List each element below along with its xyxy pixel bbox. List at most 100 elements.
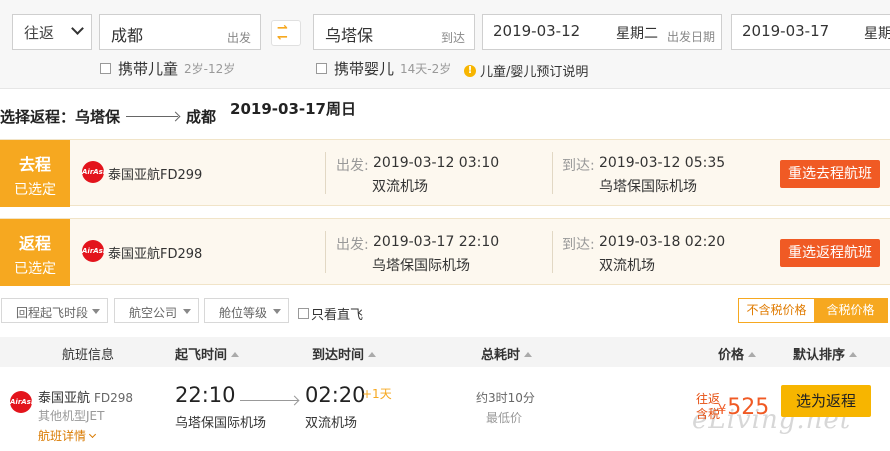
- departure-date-tag: 出发日期: [667, 30, 716, 44]
- divider: [552, 152, 553, 194]
- departure-time: 2019-03-17 22:10: [373, 234, 500, 250]
- flight-detail-link[interactable]: 航班详情: [38, 427, 97, 444]
- select-return-button[interactable]: 选为返程: [781, 385, 871, 417]
- divider: [325, 231, 326, 273]
- sort-by-arrival-label: 到达时间: [312, 348, 365, 363]
- tax-included-option[interactable]: 含税价格: [813, 299, 887, 322]
- to-city-input[interactable]: 乌塔保 到达: [313, 14, 475, 50]
- airline-filter[interactable]: 航空公司: [114, 298, 199, 323]
- with-child-option[interactable]: 携带儿童 2岁-12岁: [100, 58, 235, 79]
- sort-by-price[interactable]: 价格: [718, 344, 757, 363]
- leg-badge-status: 已选定: [14, 182, 56, 198]
- leg-badge: 去程 已选定: [0, 140, 70, 207]
- chevron-down-icon: [88, 430, 97, 439]
- sort-by-departure[interactable]: 起飞时间: [175, 344, 240, 363]
- flight-list-header: 航班信息 起飞时间 到达时间 总耗时 价格 默认排序: [0, 337, 890, 367]
- sort-arrow-icon: [748, 352, 757, 357]
- cabin-filter[interactable]: 舱位等级: [204, 298, 289, 323]
- depart-period-filter[interactable]: 回程起飞时段: [1, 298, 108, 323]
- departure-label: 出发:: [336, 237, 369, 253]
- flight-departure-time: 22:10: [175, 383, 236, 407]
- departure-time: 2019-03-12 03:10: [373, 155, 500, 171]
- route-heading: 选择返程：乌塔保 成都 2019-03-17周日: [0, 100, 356, 128]
- default-sort[interactable]: 默认排序: [793, 344, 858, 363]
- leg-airline: 泰国亚航FD299: [108, 168, 203, 183]
- leg-airline: 泰国亚航FD298: [108, 247, 203, 262]
- from-city-tag: 出发: [226, 31, 251, 45]
- header-flight-info: 航班信息: [62, 348, 115, 363]
- departure-airport: 乌塔保国际机场: [372, 258, 470, 274]
- departure-airport: 双流机场: [372, 179, 428, 195]
- trip-type-select[interactable]: 往返: [12, 14, 92, 50]
- swap-arrow-left-icon: ↽: [277, 30, 288, 45]
- selected-outbound-leg: 去程 已选定 AirAsia 泰国亚航FD299 出发: 2019-03-12 …: [0, 139, 890, 207]
- tax-toggle: 不含税价格 含税价格: [738, 298, 888, 323]
- search-panel: 往返 成都 出发 ⇀ ↽ 乌塔保 到达 2019-03-12 星期二 出发日期 …: [0, 0, 890, 89]
- lowest-price-tag: 最低价: [486, 411, 523, 425]
- airline-filter-label: 航空公司: [129, 306, 178, 320]
- route-origin: 选择返程：乌塔保: [0, 107, 121, 126]
- return-date-input[interactable]: 2019-03-17 星期: [731, 14, 890, 50]
- nonstop-label: 只看直飞: [311, 308, 364, 323]
- leg-badge-title: 返程: [18, 234, 51, 253]
- to-city-tag: 到达: [440, 31, 465, 45]
- sort-by-duration-label: 总耗时: [481, 348, 521, 363]
- tax-excluded-option[interactable]: 不含税价格: [739, 299, 814, 322]
- arrival-label: 到达:: [562, 237, 595, 253]
- flight-arrival-time: 02:20: [305, 383, 366, 407]
- sort-by-departure-label: 起飞时间: [175, 348, 228, 363]
- with-child-label: 携带儿童: [118, 60, 179, 78]
- chevron-down-icon: [71, 22, 84, 35]
- sort-arrow-icon: [231, 352, 240, 357]
- flight-number: FD298: [94, 391, 134, 405]
- default-sort-label: 默认排序: [793, 348, 846, 363]
- depart-period-label: 回程起飞时段: [16, 306, 89, 320]
- sort-by-arrival[interactable]: 到达时间: [312, 344, 377, 363]
- sort-by-price-label: 价格: [718, 348, 745, 363]
- swap-cities-button[interactable]: ⇀ ↽: [271, 20, 301, 46]
- sort-arrow-icon: [849, 352, 858, 357]
- with-infant-label: 携带婴儿: [334, 60, 395, 78]
- next-day-badge: +1天: [362, 387, 392, 401]
- departure-date-input[interactable]: 2019-03-12 星期二 出发日期: [482, 14, 722, 50]
- leg-badge: 返程 已选定: [0, 219, 70, 286]
- caret-down-icon: [273, 309, 281, 314]
- arrival-time: 2019-03-12 05:35: [599, 155, 726, 171]
- selected-return-leg: 返程 已选定 AirAsia 泰国亚航FD298 出发: 2019-03-17 …: [0, 218, 890, 286]
- caret-down-icon: [92, 309, 100, 314]
- flight-arrival-airport: 双流机场: [305, 416, 358, 431]
- sort-by-duration[interactable]: 总耗时: [481, 344, 533, 363]
- from-city-input[interactable]: 成都 出发: [99, 14, 261, 50]
- nonstop-option[interactable]: 只看直飞: [298, 304, 363, 323]
- arrival-airport: 乌塔保国际机场: [599, 179, 697, 195]
- divider: [325, 152, 326, 194]
- from-city-value: 成都: [111, 26, 144, 45]
- flight-price: ¥525: [718, 395, 769, 420]
- with-infant-option[interactable]: 携带婴儿 14天-2岁: [316, 58, 451, 79]
- arrival-label: 到达:: [562, 158, 595, 174]
- flight-detail-label: 航班详情: [38, 429, 87, 443]
- reselect-outbound-button[interactable]: 重选去程航班: [780, 160, 880, 188]
- route-arrow-icon: [126, 115, 179, 117]
- price-note-tax: 含税: [696, 407, 721, 421]
- arrival-airport: 双流机场: [599, 258, 655, 274]
- booking-info-link[interactable]: ! 儿童/婴儿预订说明: [464, 61, 588, 80]
- flight-arrow-icon: [240, 400, 298, 401]
- flight-duration: 约3时10分: [476, 391, 535, 405]
- nonstop-checkbox[interactable]: [298, 308, 309, 319]
- reselect-return-button[interactable]: 重选返程航班: [780, 239, 880, 267]
- caret-down-icon: [183, 309, 191, 314]
- with-child-age-range: 2岁-12岁: [184, 62, 236, 76]
- flight-row: AirAsia 泰国亚航 FD298 其他机型JET 航班详情 22:10 乌塔保…: [0, 367, 890, 451]
- booking-info-text: 儿童/婴儿预订说明: [480, 65, 589, 80]
- with-infant-checkbox[interactable]: [316, 63, 327, 74]
- trip-type-value: 往返: [24, 24, 55, 42]
- arrival-time: 2019-03-18 02:20: [599, 234, 726, 250]
- route-date: 2019-03-17周日: [230, 100, 356, 118]
- with-child-checkbox[interactable]: [100, 63, 111, 74]
- leg-badge-title: 去程: [18, 155, 51, 174]
- leg-badge-status: 已选定: [14, 261, 56, 277]
- return-date-value: 2019-03-17: [742, 22, 830, 40]
- sort-arrow-icon: [368, 352, 377, 357]
- flight-airline-name: 泰国亚航: [38, 391, 91, 406]
